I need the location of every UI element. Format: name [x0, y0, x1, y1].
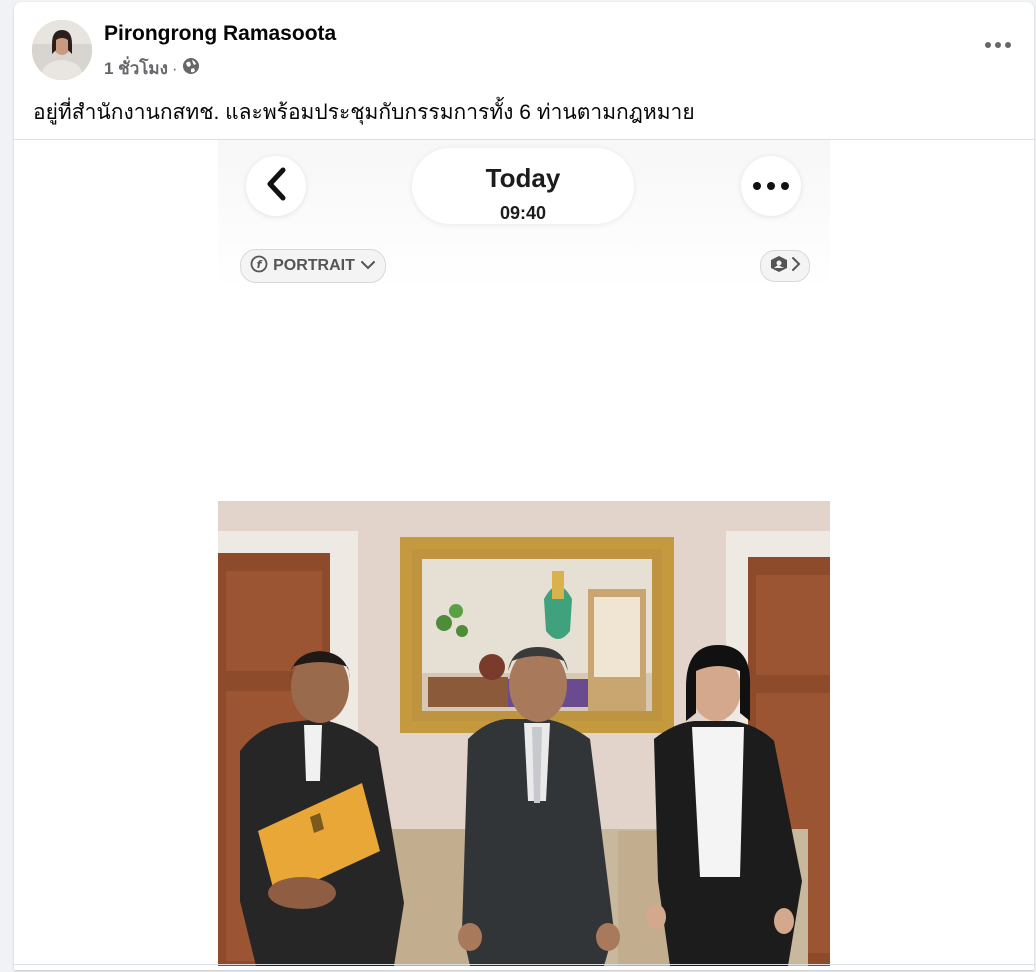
more-horizontal-icon [753, 177, 789, 195]
edit-button[interactable] [760, 250, 810, 282]
post-card: Pirongrong Ramasoota 1 ชั่วโมง · อยู่ที่… [14, 2, 1034, 970]
meeting-photo [218, 501, 830, 966]
divider [14, 964, 1034, 965]
back-button[interactable] [246, 156, 306, 216]
author-name[interactable]: Pirongrong Ramasoota [104, 22, 336, 46]
svg-text:f: f [257, 258, 263, 271]
post-photo[interactable]: Today 09:40 f PORTRAIT [218, 140, 830, 966]
post-header: Pirongrong Ramasoota 1 ชั่วโมง · [14, 2, 1034, 82]
chevron-right-icon [791, 256, 801, 277]
photo-app-toolbar: Today 09:40 f PORTRAIT [218, 140, 830, 290]
avatar[interactable] [32, 20, 92, 80]
post-meta: 1 ชั่วโมง · [104, 55, 200, 82]
image-edit-icon [769, 255, 789, 278]
chevron-down-icon [360, 257, 376, 275]
chevron-left-icon [265, 167, 287, 206]
post-menu-button[interactable] [980, 32, 1016, 56]
globe-icon [182, 57, 200, 80]
meta-separator: · [171, 58, 178, 78]
post-timestamp[interactable]: 1 ชั่วโมง [104, 55, 168, 82]
date-pill: Today 09:40 [412, 148, 634, 224]
portrait-button[interactable]: f PORTRAIT [240, 249, 386, 283]
aperture-icon: f [250, 255, 268, 278]
more-horizontal-icon [985, 35, 1011, 53]
date-time: 09:40 [499, 203, 547, 223]
post-caption: อยู่ที่สำนักงานกสทช. และพร้อมประชุมกับกร… [33, 101, 695, 124]
photo-menu-button[interactable] [741, 156, 801, 216]
portrait-label: PORTRAIT [273, 257, 355, 274]
date-title: Today [485, 163, 561, 193]
